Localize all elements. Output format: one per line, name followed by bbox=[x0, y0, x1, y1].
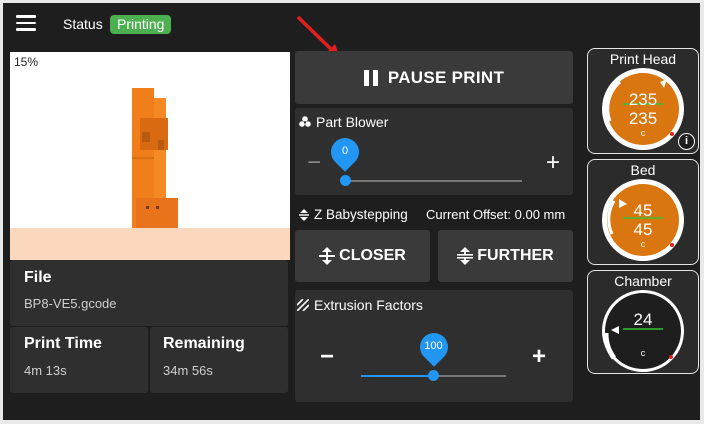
remaining-value: 34m 56s bbox=[163, 363, 213, 378]
print-preview: 15% bbox=[10, 52, 290, 260]
babystepping-title: Z Babystepping bbox=[314, 207, 408, 222]
extrusion-factors-card: Extrusion Factors − + 100 bbox=[295, 290, 573, 402]
bed-title: Bed bbox=[630, 162, 656, 178]
further-label: FURTHER bbox=[477, 247, 554, 264]
current-offset: Current Offset: 0.00 mm bbox=[426, 207, 566, 222]
pause-print-button[interactable]: PAUSE PRINT bbox=[295, 51, 573, 104]
chamber-dial bbox=[602, 290, 684, 372]
extrusion-value: 100 bbox=[424, 340, 443, 352]
pause-icon bbox=[363, 69, 378, 86]
file-card: File BP8-VE5.gcode bbox=[10, 260, 288, 326]
extrusion-slider-thumb[interactable] bbox=[428, 370, 439, 381]
move-further-icon bbox=[457, 247, 474, 265]
extrusion-icon bbox=[297, 299, 309, 311]
menu-icon[interactable] bbox=[16, 15, 36, 31]
print-time-card: Print Time 4m 13s bbox=[10, 327, 148, 393]
blower-increase-button[interactable]: + bbox=[546, 151, 560, 175]
print-head-actual: 235 bbox=[628, 90, 658, 109]
part-blower-card: Part Blower − + 0 bbox=[295, 108, 573, 195]
chamber-actual: 24 bbox=[633, 310, 653, 329]
pause-print-label: PAUSE PRINT bbox=[387, 67, 505, 87]
chamber-unit: c bbox=[640, 348, 646, 358]
further-button[interactable]: FURTHER bbox=[438, 230, 573, 282]
print-bed-floor bbox=[10, 228, 290, 260]
move-closer-icon bbox=[319, 247, 336, 265]
print-time-title: Print Time bbox=[24, 335, 102, 352]
print-head-title: Print Head bbox=[609, 51, 677, 67]
bed-unit: c bbox=[640, 239, 646, 249]
blower-decrease-button[interactable]: − bbox=[307, 151, 321, 175]
remaining-title: Remaining bbox=[163, 335, 245, 352]
extrusion-slider-fill bbox=[361, 375, 434, 377]
blower-slider-thumb[interactable] bbox=[339, 175, 351, 186]
part-blower-header: Part Blower bbox=[299, 114, 388, 130]
chamber-title: Chamber bbox=[614, 273, 672, 289]
part-model-icon bbox=[132, 88, 178, 228]
blower-slider-track[interactable] bbox=[345, 180, 522, 182]
status-badge: Printing bbox=[110, 15, 172, 34]
print-head-gauge[interactable]: Print Head 235 235 c i bbox=[587, 48, 699, 154]
status-label: Status bbox=[63, 16, 103, 32]
progress-text: 15% bbox=[14, 55, 39, 69]
file-name: BP8-VE5.gcode bbox=[24, 296, 117, 311]
extrusion-increase-button[interactable]: + bbox=[532, 345, 546, 369]
bed-gauge[interactable]: Bed 45 45 c bbox=[587, 159, 699, 265]
fan-icon bbox=[299, 116, 311, 127]
chamber-gauge[interactable]: Chamber 24 c bbox=[587, 270, 699, 374]
closer-label: CLOSER bbox=[339, 247, 406, 264]
babystepping-header: Z Babystepping bbox=[299, 207, 408, 222]
closer-button[interactable]: CLOSER bbox=[295, 230, 430, 282]
remaining-card: Remaining 34m 56s bbox=[150, 327, 288, 393]
print-time-value: 4m 13s bbox=[24, 363, 67, 378]
extrusion-decrease-button[interactable]: − bbox=[320, 345, 334, 369]
file-title: File bbox=[24, 269, 52, 286]
extrusion-header: Extrusion Factors bbox=[297, 297, 423, 313]
part-blower-title: Part Blower bbox=[316, 114, 389, 130]
extrusion-title: Extrusion Factors bbox=[314, 297, 423, 313]
blower-value: 0 bbox=[341, 145, 349, 157]
z-axis-icon bbox=[299, 208, 309, 221]
print-head-target: 235 bbox=[628, 109, 658, 128]
bed-target: 45 bbox=[633, 220, 653, 239]
info-icon[interactable]: i bbox=[678, 133, 695, 150]
bed-actual: 45 bbox=[633, 201, 653, 220]
